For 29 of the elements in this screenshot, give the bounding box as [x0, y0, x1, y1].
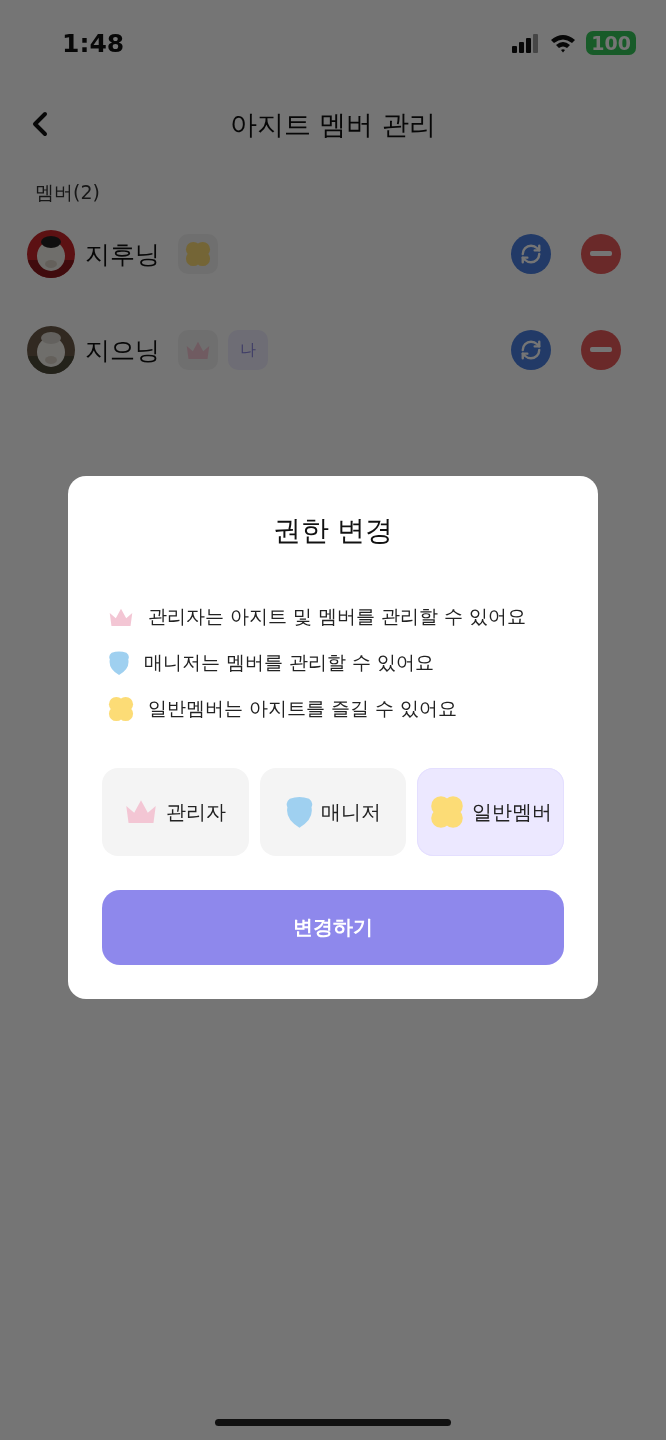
section-label: 멤버(2): [34, 180, 101, 205]
crown-icon: [124, 798, 159, 826]
role-description: 일반멤버는 아지트를 즐길 수 있어요: [148, 696, 458, 721]
role-description: 관리자는 아지트 및 멤버를 관리할 수 있어요: [148, 604, 527, 629]
shield-icon: [108, 650, 131, 676]
minus-icon: [590, 347, 612, 353]
battery-indicator: 100: [586, 31, 636, 55]
wifi-icon: [550, 33, 577, 53]
change-role-button[interactable]: [511, 330, 551, 370]
shield-icon: [284, 795, 314, 829]
dialog-title: 권한 변경: [271, 513, 395, 549]
member-name: 지후닝: [85, 238, 160, 271]
role-description: 매니저는 멤버를 관리할 수 있어요: [144, 650, 435, 675]
member-name: 지으닝: [85, 334, 160, 367]
remove-button[interactable]: [581, 234, 621, 274]
clover-icon: [108, 696, 134, 722]
minus-icon: [590, 251, 612, 257]
change-role-button[interactable]: [511, 234, 551, 274]
signal-icon: [512, 33, 541, 53]
role-option[interactable]: 일반멤버: [417, 768, 564, 856]
remove-button[interactable]: [581, 330, 621, 370]
status-time: 1:48: [62, 28, 125, 58]
role-option[interactable]: 관리자: [102, 768, 249, 856]
refresh-icon: [520, 243, 542, 265]
refresh-icon: [520, 339, 542, 361]
clover-icon: [429, 795, 464, 829]
clover-icon: [185, 241, 211, 267]
role-option[interactable]: 매니저: [259, 768, 407, 856]
page-title: 아지트 멤버 관리: [229, 108, 437, 142]
